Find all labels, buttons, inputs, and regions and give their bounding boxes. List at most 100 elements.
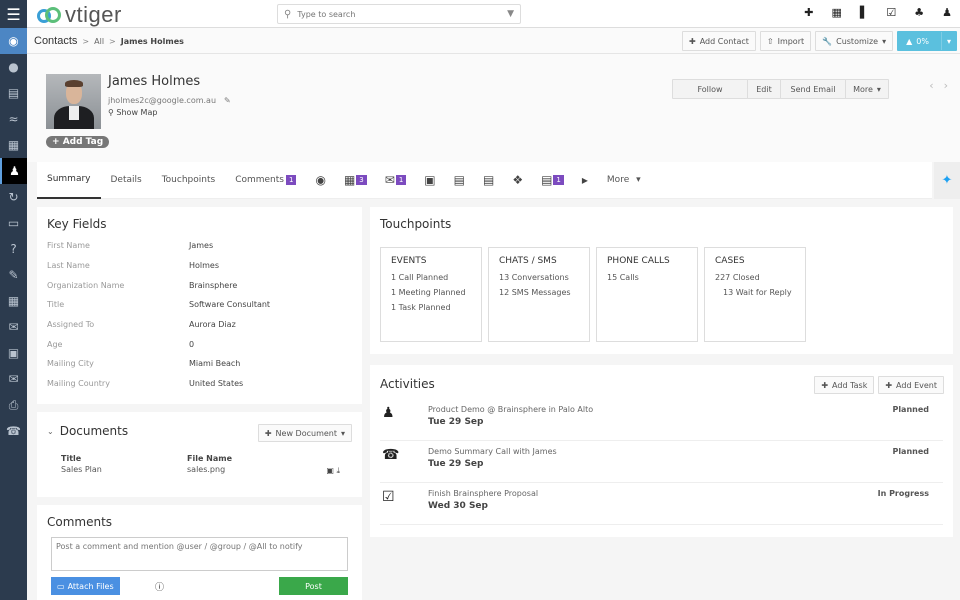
field-value[interactable]: Holmes — [189, 261, 219, 270]
sidebar-item-campaigns[interactable]: ✉ — [0, 366, 27, 392]
tab-campaigns[interactable]: ▸ — [573, 173, 597, 187]
sidebar-item-calls[interactable]: ☎ — [0, 418, 27, 444]
tasks-icon[interactable]: ☑ — [886, 6, 896, 19]
sidebar-item-chats[interactable]: ▤ — [0, 80, 27, 106]
sidebar-item-tickets[interactable]: ▭ — [0, 210, 27, 236]
calendar-icon[interactable]: ▦ — [832, 6, 842, 19]
import-button[interactable]: ⇧ Import — [759, 31, 812, 51]
document-title[interactable]: Sales Plan — [61, 465, 102, 474]
sidebar-item-organizations[interactable]: ▦ — [0, 132, 27, 158]
document-file-name[interactable]: sales.png — [187, 465, 225, 474]
email-icon: ✉ — [8, 320, 19, 334]
activity-row[interactable]: ♟ Product Demo @ Brainsphere in Palo Alt… — [380, 399, 943, 441]
search-input[interactable] — [297, 9, 508, 19]
progress-dropdown-icon[interactable]: ▾ — [940, 32, 956, 50]
comment-input[interactable] — [51, 537, 348, 571]
vtiger-logo[interactable]: vtiger — [35, 2, 122, 28]
card-line: 1 Meeting Planned — [391, 288, 466, 297]
more-button[interactable]: More ▾ — [845, 79, 889, 99]
field-value[interactable]: Aurora Diaz — [189, 320, 236, 329]
tab-touchpoints[interactable]: Touchpoints — [152, 162, 225, 199]
customize-button[interactable]: 🔧 Customize ▾ — [815, 31, 894, 51]
tab-sales-orders[interactable]: ▤ — [474, 173, 503, 187]
key-field-row: Mailing City Miami Beach — [47, 359, 240, 368]
activity-row[interactable]: ☎ Demo Summary Call with James Tue 29 Se… — [380, 441, 943, 483]
field-value[interactable]: 0 — [189, 340, 194, 349]
field-value[interactable]: United States — [189, 379, 243, 388]
field-value[interactable]: Brainsphere — [189, 281, 237, 290]
add-contact-label: Add Contact — [699, 36, 749, 46]
touchpoint-card-phone-calls[interactable]: PHONE CALLS 15 Calls — [596, 247, 698, 342]
sidebar-item-contacts[interactable]: ♟ — [0, 158, 27, 184]
follow-button[interactable]: Follow — [672, 79, 748, 99]
sidebar-item-faq[interactable]: ? — [0, 236, 27, 262]
breadcrumb-module[interactable]: Contacts — [34, 35, 77, 47]
touchpoint-card-cases[interactable]: CASES 227 Closed 13 Wait for Reply — [704, 247, 806, 342]
post-button[interactable]: Post — [279, 577, 348, 595]
search-options-icon[interactable]: ▼ — [507, 9, 514, 19]
user-icon[interactable]: ♟ — [942, 6, 952, 19]
plus-icon: + — [52, 137, 60, 147]
add-tag-button[interactable]: + Add Tag — [46, 136, 110, 148]
global-search[interactable]: ⚲ ▼ — [277, 4, 521, 24]
add-event-button[interactable]: ✚ Add Event — [878, 376, 944, 394]
new-document-button[interactable]: ✚ New Document ▾ — [257, 424, 352, 442]
show-map-link[interactable]: ⚲ Show Map — [108, 108, 157, 117]
notifications-icon[interactable]: ♣ — [914, 6, 924, 19]
contact-email[interactable]: jholmes2c@google.com.au — [108, 96, 216, 105]
activity-row[interactable]: ☑ Finish Brainsphere Proposal Wed 30 Sep… — [380, 483, 943, 525]
image-preview-icon[interactable]: ▣ — [326, 466, 334, 475]
tab-deals[interactable]: ◉ — [306, 173, 334, 187]
attach-files-button[interactable]: ▭ Attach Files — [51, 577, 120, 595]
edit-button[interactable]: Edit — [747, 79, 781, 99]
reports-icon[interactable]: ▌ — [860, 6, 868, 19]
sidebar-item-calculator[interactable]: ▦ — [0, 288, 27, 314]
menu-icon[interactable]: ☰ — [0, 0, 27, 28]
sidebar-item-deals[interactable]: ↻ — [0, 184, 27, 210]
touchpoint-card-chats[interactable]: CHATS / SMS 13 Conversations 12 SMS Mess… — [488, 247, 590, 342]
field-value[interactable]: Software Consultant — [189, 300, 270, 309]
sidebar-item-leads[interactable]: ● — [0, 54, 27, 80]
download-icon[interactable]: ⤓ — [336, 466, 340, 475]
progress-button[interactable]: ▲ 0% ▾ — [897, 31, 957, 51]
field-value[interactable]: Miami Beach — [189, 359, 240, 368]
activity-title[interactable]: Finish Brainsphere Proposal — [428, 489, 538, 498]
sidebar-item-print[interactable]: ⎙ — [0, 392, 27, 418]
activity-status[interactable]: Planned — [892, 405, 929, 414]
tab-contact-card[interactable]: ▣ — [415, 173, 444, 187]
documents-header[interactable]: ⌄ Documents — [47, 424, 128, 438]
add-task-button[interactable]: ✚ Add Task — [814, 376, 875, 394]
sidebar-item-notes[interactable]: ✎ — [0, 262, 27, 288]
tab-more[interactable]: More ▾ — [597, 162, 651, 199]
touchpoint-card-events[interactable]: EVENTS 1 Call Planned 1 Meeting Planned … — [380, 247, 482, 342]
breadcrumb-list[interactable]: All — [94, 37, 104, 46]
comments-count-badge: 1 — [285, 175, 297, 185]
sidebar-item-contact-card[interactable]: ▣ — [0, 340, 27, 366]
activity-title[interactable]: Product Demo @ Brainsphere in Palo Alto — [428, 405, 593, 414]
twitter-button[interactable]: ✦ — [934, 162, 960, 199]
tab-products[interactable]: ❖ — [503, 173, 532, 187]
info-icon[interactable]: ⓘ — [155, 580, 164, 593]
sidebar-item-home[interactable]: ◉ — [0, 28, 27, 54]
pencil-icon[interactable]: ✎ — [224, 96, 231, 105]
sidebar-item-email[interactable]: ✉ — [0, 314, 27, 340]
tab-purchase-orders[interactable]: ▤ — [445, 173, 474, 187]
tab-summary[interactable]: Summary — [37, 162, 101, 199]
add-contact-button[interactable]: ✚ Add Contact — [682, 31, 756, 51]
add-icon[interactable]: ✚ — [804, 6, 813, 19]
key-field-row: Organization Name Brainsphere — [47, 281, 237, 290]
tab-emails[interactable]: ✉ 1 — [376, 173, 416, 187]
send-email-button[interactable]: Send Email — [780, 79, 846, 99]
previous-record-icon[interactable]: ‹ — [929, 79, 933, 92]
sidebar-item-reports[interactable]: ≈ — [0, 106, 27, 132]
tab-details[interactable]: Details — [101, 162, 152, 199]
tab-comments[interactable]: Comments 1 — [225, 162, 306, 199]
tab-documents[interactable]: ▤ 1 — [532, 173, 573, 187]
next-record-icon[interactable]: › — [944, 79, 948, 92]
search-icon: ⚲ — [284, 8, 292, 20]
field-value[interactable]: James — [189, 241, 213, 250]
activity-title[interactable]: Demo Summary Call with James — [428, 447, 557, 456]
tab-calendar[interactable]: ▦ 3 — [335, 173, 376, 187]
activity-status[interactable]: Planned — [892, 447, 929, 456]
activity-status[interactable]: In Progress — [878, 489, 929, 498]
